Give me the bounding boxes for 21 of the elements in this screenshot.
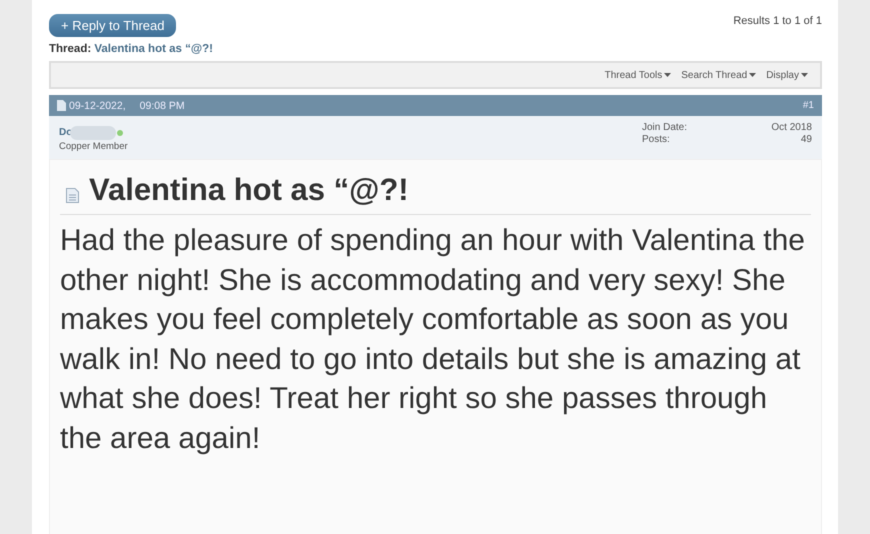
post-date: 09-12-2022, xyxy=(69,100,126,112)
document-icon xyxy=(66,188,79,202)
user-rank: Copper Member xyxy=(59,141,128,152)
caret-icon xyxy=(749,73,756,77)
caret-icon xyxy=(664,73,672,77)
toolbar-menu[interactable]: Thread Tools xyxy=(604,70,672,80)
stat-label: Posts: xyxy=(642,134,670,146)
stat-value: 49 xyxy=(800,134,812,146)
document-icon xyxy=(57,100,66,111)
caret-icon xyxy=(801,73,808,77)
stat-value: Oct 2018 xyxy=(771,122,812,134)
blurred-name xyxy=(70,126,116,140)
results-count: Results 1 to 1 of 1 xyxy=(733,15,822,27)
post-text: Had the pleasure of spending an hour with Valentina the other night! She is accommodating and very sexy! She makes you feel completely comfortable as soon as you walk in! No need to go into details but she is amazing at what she does! Treat her right so she passes through the area again! xyxy=(60,223,806,456)
thread-title: Thread: Valentina hot as “@?! xyxy=(49,43,214,55)
reply-button[interactable]: + Reply to Thread xyxy=(49,14,176,37)
toolbar-menu[interactable]: Search Thread xyxy=(681,70,756,80)
post-title: Valentina hot as “@?! xyxy=(89,172,409,208)
stat-label: Join Date: xyxy=(642,122,688,134)
toolbar-menu[interactable]: Display xyxy=(766,70,808,80)
post-time: 09:08 PM xyxy=(140,100,185,112)
